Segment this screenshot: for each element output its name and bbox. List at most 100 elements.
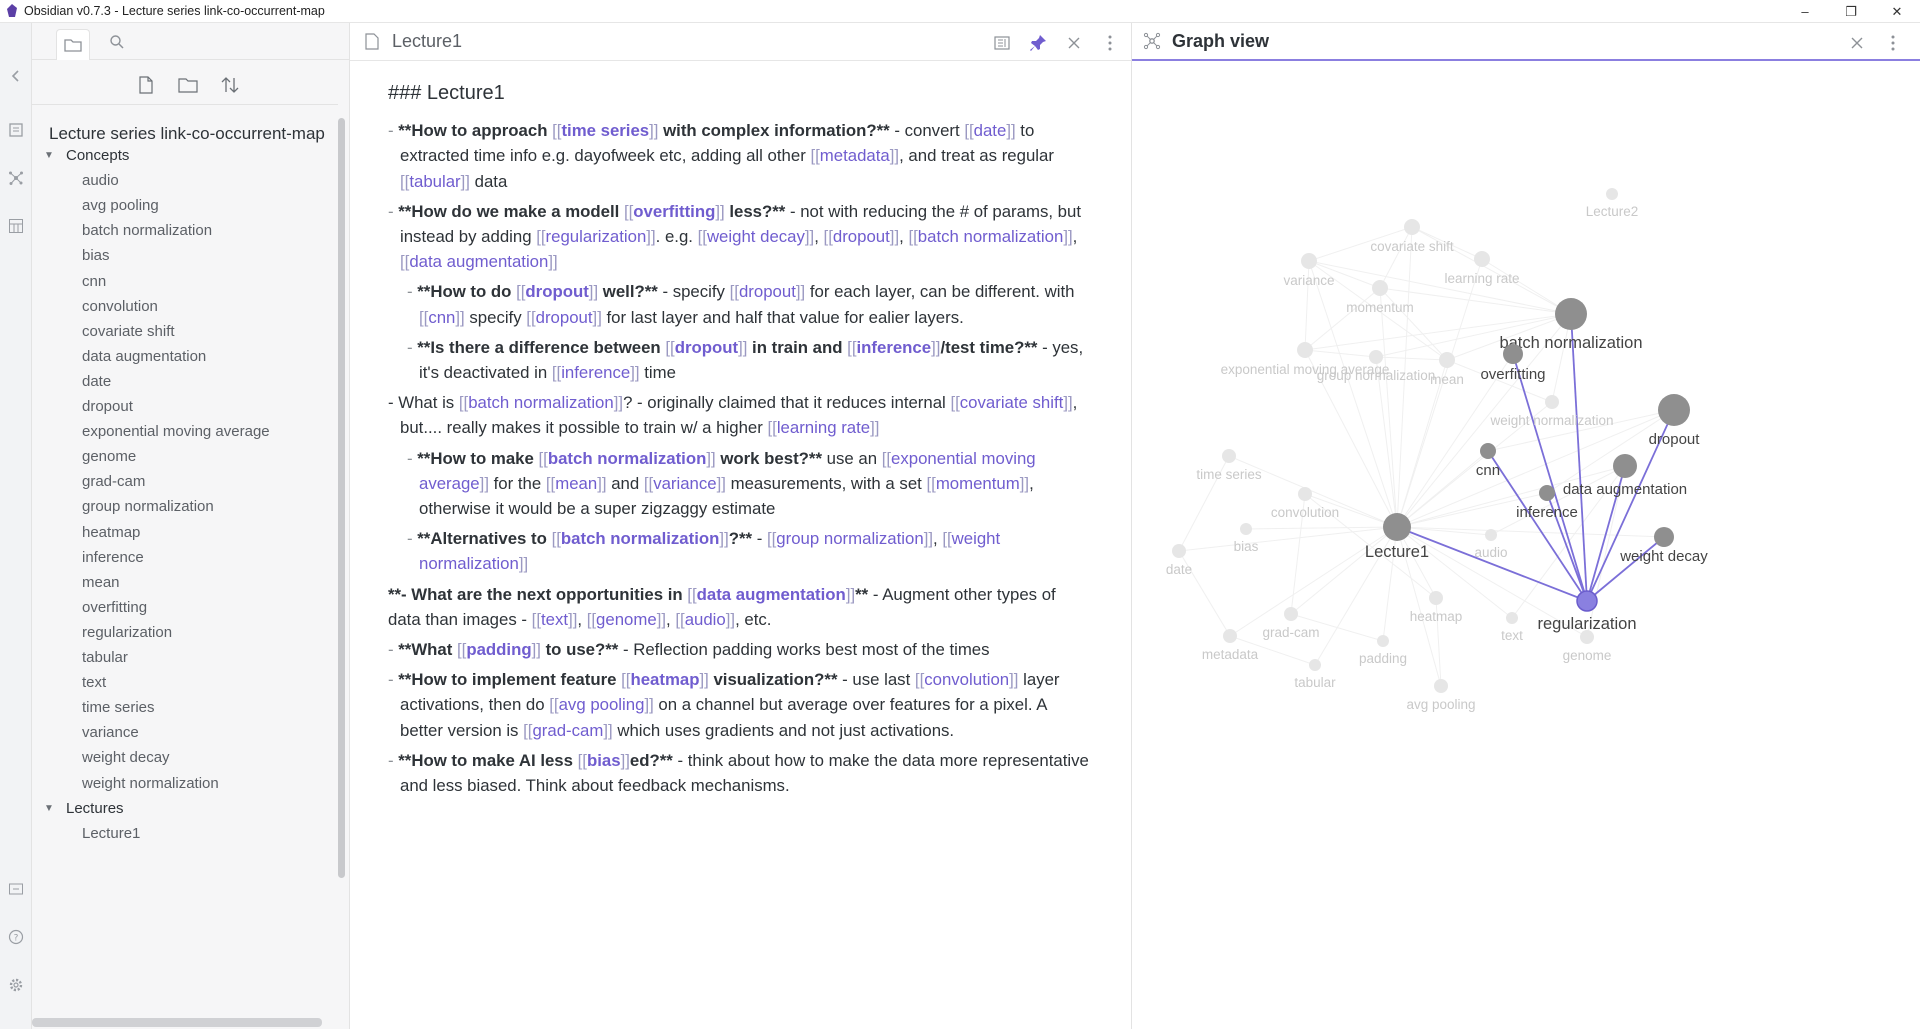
close-window-button[interactable]: ✕ xyxy=(1874,0,1920,23)
file-item[interactable]: heatmap xyxy=(82,524,140,541)
graph-node-circle[interactable] xyxy=(1503,344,1523,364)
file-item[interactable]: convolution xyxy=(82,298,158,315)
folder-concepts[interactable]: ▼ Concepts xyxy=(44,147,129,164)
editor-title[interactable]: Lecture1 xyxy=(392,31,462,52)
graph-node-circle[interactable] xyxy=(1480,443,1496,459)
internal-link[interactable]: weight decay xyxy=(707,227,805,246)
editor-content[interactable]: ### Lecture1 - **How to approach [[time … xyxy=(350,61,1131,798)
settings-icon[interactable] xyxy=(7,976,25,994)
internal-link[interactable]: regularization xyxy=(546,227,647,246)
file-item[interactable]: grad-cam xyxy=(82,473,145,490)
graph-node[interactable]: metadata xyxy=(1202,629,1259,662)
internal-link[interactable]: text xyxy=(541,610,568,629)
graph-node-circle[interactable] xyxy=(1658,394,1690,426)
file-item[interactable]: text xyxy=(82,674,106,691)
internal-link[interactable]: group normalization xyxy=(776,529,923,548)
sidebar-scrollbar[interactable] xyxy=(338,118,345,878)
import-icon[interactable] xyxy=(7,880,25,898)
internal-link[interactable]: padding xyxy=(466,640,531,659)
graph-node[interactable]: momentum xyxy=(1346,280,1414,315)
graph-node-circle[interactable] xyxy=(1539,485,1555,501)
internal-link[interactable]: batch normalization xyxy=(561,529,720,548)
internal-link[interactable]: heatmap xyxy=(630,670,699,689)
graph-node[interactable]: avg pooling xyxy=(1406,679,1476,712)
graph-node-circle[interactable] xyxy=(1439,352,1455,368)
graph-node-circle[interactable] xyxy=(1434,679,1448,693)
graph-node[interactable]: text xyxy=(1501,612,1523,643)
help-icon[interactable]: ? xyxy=(7,928,25,946)
internal-link[interactable]: overfitting xyxy=(633,202,715,221)
file-item[interactable]: variance xyxy=(82,724,139,741)
internal-link[interactable]: inference xyxy=(856,338,931,357)
internal-link[interactable]: inference xyxy=(561,363,630,382)
graph-node-circle[interactable] xyxy=(1654,527,1674,547)
graph-node[interactable]: padding xyxy=(1359,635,1407,666)
internal-link[interactable]: dropout xyxy=(536,308,593,327)
chevron-down-icon[interactable]: ▼ xyxy=(44,150,58,161)
file-item[interactable]: mean xyxy=(82,574,120,591)
graph-node[interactable]: regularization xyxy=(1537,590,1637,633)
file-item[interactable]: data augmentation xyxy=(82,348,206,365)
graph-node-circle[interactable] xyxy=(1613,454,1637,478)
internal-link[interactable]: mean xyxy=(555,474,597,493)
vault-name[interactable]: Lecture series link-co-occurrent-map xyxy=(49,124,339,144)
file-item[interactable]: tabular xyxy=(82,649,128,666)
graph-node-circle[interactable] xyxy=(1298,487,1312,501)
file-item[interactable]: inference xyxy=(82,549,144,566)
graph-node[interactable]: tabular xyxy=(1294,659,1336,690)
graph-node-circle[interactable] xyxy=(1404,219,1420,235)
internal-link[interactable]: learning rate xyxy=(777,418,870,437)
internal-link[interactable]: covariate shift xyxy=(960,393,1064,412)
internal-link[interactable]: tabular xyxy=(409,172,460,191)
graph-node[interactable]: Lecture1 xyxy=(1365,513,1429,561)
graph-node[interactable]: heatmap xyxy=(1410,591,1463,624)
file-item[interactable]: group normalization xyxy=(82,498,214,515)
file-item[interactable]: weight decay xyxy=(82,749,170,766)
internal-link[interactable]: batch normalization xyxy=(918,227,1064,246)
graph-canvas[interactable]: regularizationLecture1batch normalizatio… xyxy=(1132,61,1920,1029)
graph-node[interactable]: data augmentation xyxy=(1563,454,1687,498)
search-tab[interactable] xyxy=(100,29,134,55)
chevron-down-icon[interactable]: ▼ xyxy=(44,803,58,814)
internal-link[interactable]: convolution xyxy=(924,670,1009,689)
internal-link[interactable]: bias xyxy=(587,751,621,770)
graph-node-circle[interactable] xyxy=(1429,591,1443,605)
internal-link[interactable]: batch normalization xyxy=(468,393,614,412)
graph-node-circle[interactable] xyxy=(1485,529,1497,541)
file-item[interactable]: date xyxy=(82,373,111,390)
internal-link[interactable]: dropout xyxy=(675,338,738,357)
graph-node-circle[interactable] xyxy=(1580,630,1594,644)
internal-link[interactable]: date xyxy=(974,121,1007,140)
graph-node-circle[interactable] xyxy=(1240,523,1252,535)
folder-lectures[interactable]: ▼ Lectures xyxy=(44,800,124,817)
graph-node[interactable]: weight normalization xyxy=(1489,395,1614,428)
file-item[interactable]: time series xyxy=(82,699,155,716)
internal-link[interactable]: data augmentation xyxy=(409,252,548,271)
file-item[interactable]: exponential moving average xyxy=(82,423,270,440)
internal-link[interactable]: grad-cam xyxy=(532,721,603,740)
graph-node-circle[interactable] xyxy=(1369,350,1383,364)
graph-node-circle[interactable] xyxy=(1576,590,1598,612)
file-item[interactable]: genome xyxy=(82,448,136,465)
file-item[interactable]: regularization xyxy=(82,624,172,641)
sort-icon[interactable] xyxy=(218,73,242,97)
file-explorer-tab[interactable] xyxy=(56,29,90,60)
graph-node[interactable]: convolution xyxy=(1271,487,1339,520)
file-item[interactable]: audio xyxy=(82,172,119,189)
open-quick-switcher-icon[interactable] xyxy=(7,121,25,139)
graph-node[interactable]: grad-cam xyxy=(1262,607,1320,640)
file-item[interactable]: dropout xyxy=(82,398,133,415)
graph-node[interactable]: weight decay xyxy=(1619,527,1708,565)
file-item[interactable]: avg pooling xyxy=(82,197,159,214)
new-note-icon[interactable] xyxy=(134,73,158,97)
internal-link[interactable]: data augmentation xyxy=(697,585,846,604)
internal-link[interactable]: metadata xyxy=(820,146,890,165)
graph-node-circle[interactable] xyxy=(1172,544,1186,558)
graph-node-circle[interactable] xyxy=(1223,629,1237,643)
file-item[interactable]: overfitting xyxy=(82,599,147,616)
new-folder-icon[interactable] xyxy=(176,73,200,97)
internal-link[interactable]: cnn xyxy=(428,308,455,327)
collapse-icon[interactable] xyxy=(7,67,25,85)
graph-node-circle[interactable] xyxy=(1555,298,1587,330)
graph-node-circle[interactable] xyxy=(1474,251,1490,267)
